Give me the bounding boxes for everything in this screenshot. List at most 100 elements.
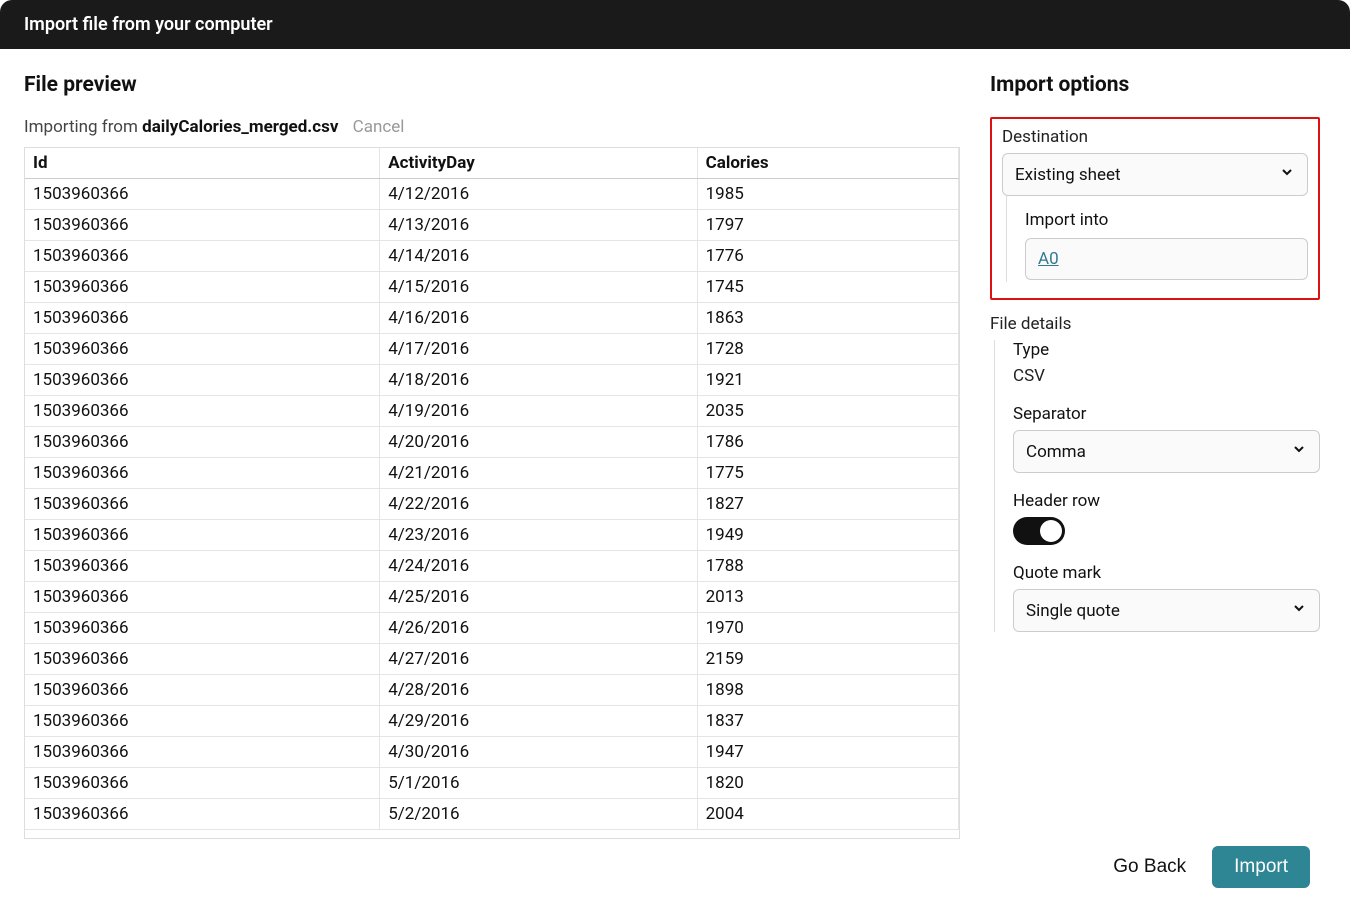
import-into-value: A0 [1038, 249, 1059, 269]
table-cell: 1985 [697, 179, 958, 210]
table-cell: 4/12/2016 [380, 179, 697, 210]
table-cell: 1970 [697, 613, 958, 644]
table-cell: 4/28/2016 [380, 675, 697, 706]
table-cell: 4/13/2016 [380, 210, 697, 241]
table-cell: 4/25/2016 [380, 582, 697, 613]
chevron-down-icon [1291, 441, 1307, 462]
table-cell: 1503960366 [25, 427, 380, 458]
table-cell: 4/26/2016 [380, 613, 697, 644]
table-row: 15039603664/15/20161745 [25, 272, 959, 303]
table-cell: 1503960366 [25, 613, 380, 644]
import-options-title: Import options [990, 73, 1320, 97]
table-cell: 1503960366 [25, 489, 380, 520]
table-cell: 4/14/2016 [380, 241, 697, 272]
separator-select[interactable]: Comma [1013, 430, 1320, 473]
table-row: 15039603664/24/20161788 [25, 551, 959, 582]
table-cell: 1503960366 [25, 644, 380, 675]
table-cell: 4/20/2016 [380, 427, 697, 458]
header-row-toggle[interactable] [1013, 517, 1065, 545]
table-cell: 1503960366 [25, 737, 380, 768]
table-cell: 5/1/2016 [380, 768, 697, 799]
table-row: 15039603664/13/20161797 [25, 210, 959, 241]
table-row: 15039603664/29/20161837 [25, 706, 959, 737]
table-cell: 1503960366 [25, 582, 380, 613]
table-cell: 1745 [697, 272, 958, 303]
import-button[interactable]: Import [1212, 846, 1310, 888]
table-cell: 1797 [697, 210, 958, 241]
importing-from-line: Importing from dailyCalories_merged.csv … [24, 117, 960, 137]
col-header: Calories [697, 148, 958, 179]
table-cell: 4/30/2016 [380, 737, 697, 768]
table-cell: 1921 [697, 365, 958, 396]
table-cell: 4/24/2016 [380, 551, 697, 582]
table-cell: 1837 [697, 706, 958, 737]
table-cell: 4/29/2016 [380, 706, 697, 737]
table-cell: 1503960366 [25, 396, 380, 427]
table-cell: 2013 [697, 582, 958, 613]
preview-table-container[interactable]: Id ActivityDay Calories 15039603664/12/2… [24, 147, 960, 839]
table-header-row: Id ActivityDay Calories [25, 148, 959, 179]
table-cell: 1949 [697, 520, 958, 551]
table-cell: 1503960366 [25, 706, 380, 737]
destination-label: Destination [1002, 127, 1308, 147]
cancel-link[interactable]: Cancel [353, 117, 405, 137]
table-cell: 2159 [697, 644, 958, 675]
quote-mark-select[interactable]: Single quote [1013, 589, 1320, 632]
table-row: 15039603664/25/20162013 [25, 582, 959, 613]
table-row: 15039603664/28/20161898 [25, 675, 959, 706]
separator-label: Separator [1013, 404, 1320, 424]
table-cell: 1503960366 [25, 334, 380, 365]
chevron-down-icon [1291, 600, 1307, 621]
table-row: 15039603664/17/20161728 [25, 334, 959, 365]
table-row: 15039603664/19/20162035 [25, 396, 959, 427]
table-row: 15039603664/20/20161786 [25, 427, 959, 458]
table-cell: 1503960366 [25, 241, 380, 272]
table-cell: 4/27/2016 [380, 644, 697, 675]
table-cell: 1503960366 [25, 210, 380, 241]
destination-value: Existing sheet [1015, 165, 1121, 185]
table-cell: 1503960366 [25, 768, 380, 799]
quote-mark-label: Quote mark [1013, 563, 1320, 583]
table-row: 15039603664/27/20162159 [25, 644, 959, 675]
table-row: 15039603664/21/20161775 [25, 458, 959, 489]
modal-header: Import file from your computer [0, 0, 1350, 49]
destination-section-highlight: Destination Existing sheet Import into A… [990, 117, 1320, 300]
file-details-label: File details [990, 314, 1320, 334]
table-cell: 1775 [697, 458, 958, 489]
table-row: 15039603664/12/20161985 [25, 179, 959, 210]
table-cell: 1503960366 [25, 520, 380, 551]
table-cell: 1503960366 [25, 675, 380, 706]
modal-title: Import file from your computer [24, 14, 273, 35]
table-cell: 1827 [697, 489, 958, 520]
separator-value: Comma [1026, 442, 1086, 462]
destination-select[interactable]: Existing sheet [1002, 153, 1308, 196]
table-cell: 1947 [697, 737, 958, 768]
table-cell: 1776 [697, 241, 958, 272]
table-cell: 4/19/2016 [380, 396, 697, 427]
table-cell: 4/17/2016 [380, 334, 697, 365]
table-row: 15039603664/30/20161947 [25, 737, 959, 768]
col-header: ActivityDay [380, 148, 697, 179]
chevron-down-icon [1279, 164, 1295, 185]
toggle-knob [1040, 520, 1062, 542]
table-cell: 4/23/2016 [380, 520, 697, 551]
table-cell: 1728 [697, 334, 958, 365]
table-cell: 1503960366 [25, 458, 380, 489]
table-row: 15039603664/16/20161863 [25, 303, 959, 334]
import-into-input[interactable]: A0 [1025, 238, 1308, 280]
table-row: 15039603664/26/20161970 [25, 613, 959, 644]
table-cell: 1503960366 [25, 551, 380, 582]
go-back-button[interactable]: Go Back [1113, 856, 1186, 878]
table-cell: 1503960366 [25, 179, 380, 210]
type-label: Type [1013, 340, 1320, 360]
table-cell: 1863 [697, 303, 958, 334]
table-row: 15039603665/1/20161820 [25, 768, 959, 799]
importing-filename: dailyCalories_merged.csv [142, 117, 338, 137]
table-cell: 1503960366 [25, 365, 380, 396]
table-cell: 1503960366 [25, 303, 380, 334]
table-cell: 1788 [697, 551, 958, 582]
table-cell: 4/15/2016 [380, 272, 697, 303]
table-cell: 1898 [697, 675, 958, 706]
table-cell: 4/22/2016 [380, 489, 697, 520]
table-cell: 1503960366 [25, 272, 380, 303]
